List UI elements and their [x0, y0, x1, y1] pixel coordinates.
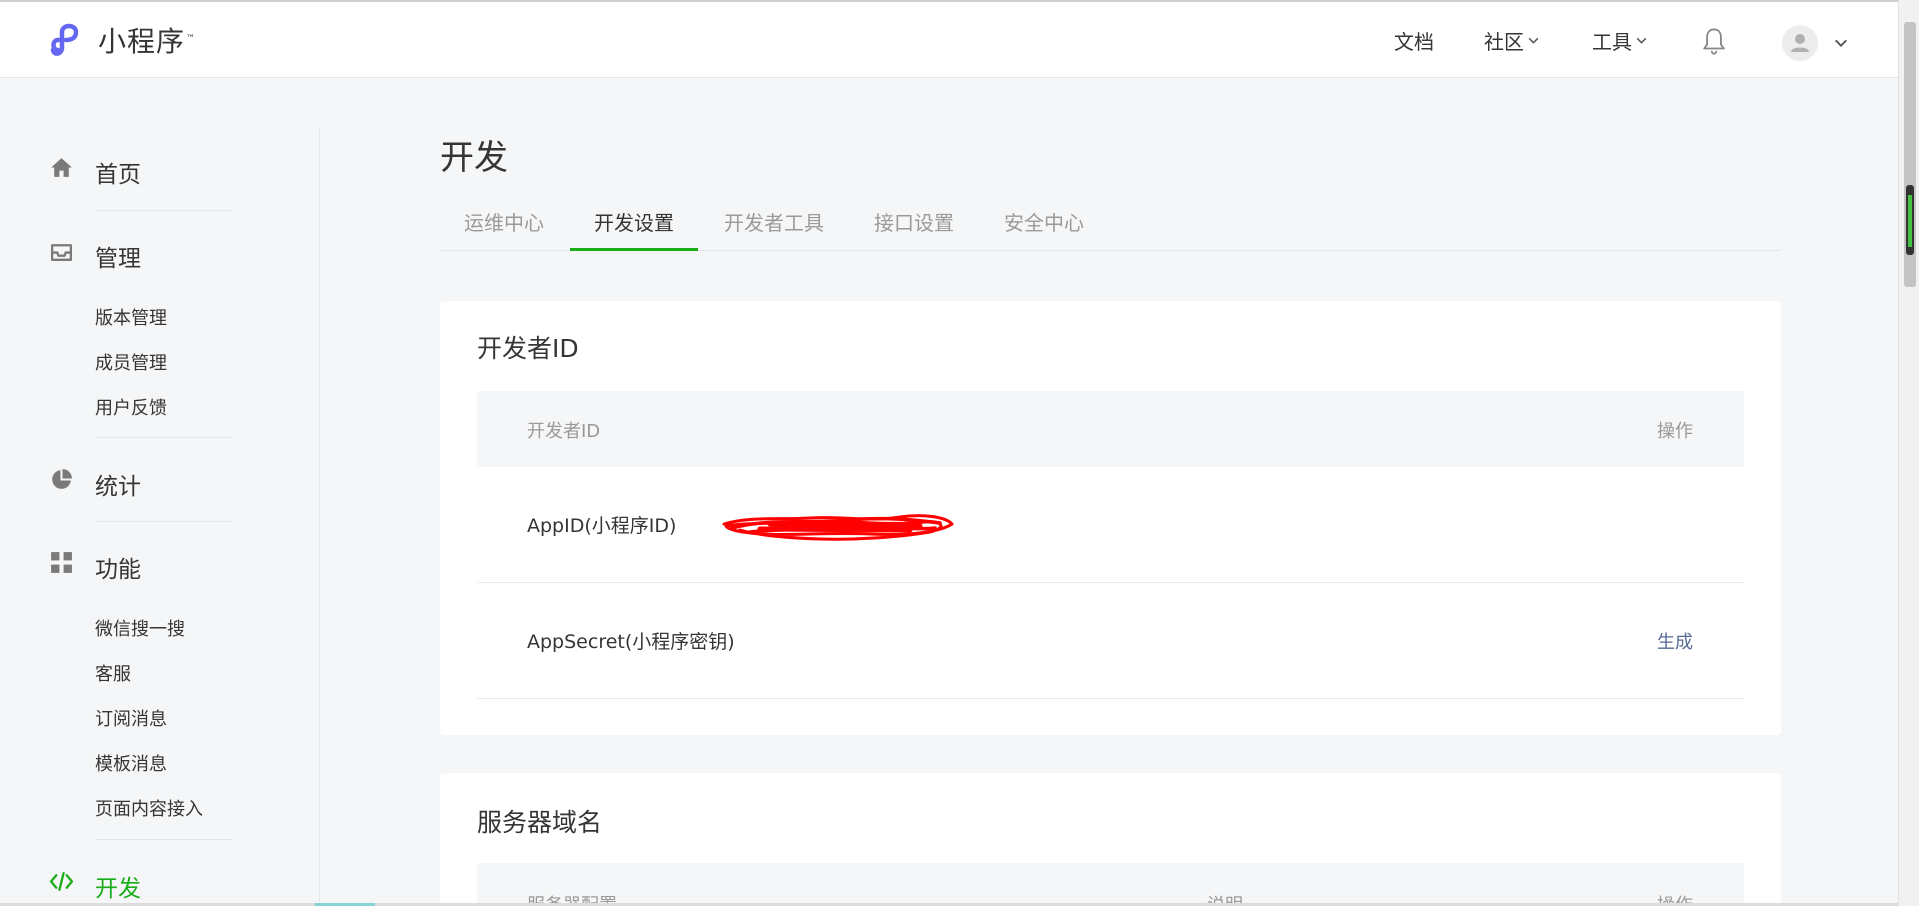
nav-tools[interactable]: 工具	[1592, 26, 1648, 55]
miniprogram-logo-icon	[50, 23, 79, 56]
column-header-action: 操作	[1657, 421, 1693, 442]
code-icon	[49, 872, 74, 891]
sidebar-subitem-wechat-search[interactable]: 微信搜一搜	[95, 615, 185, 641]
chevron-down-icon	[1528, 37, 1539, 44]
sidebar-subitem-version-management[interactable]: 版本管理	[95, 304, 167, 330]
card-title: 服务器域名	[477, 808, 603, 837]
sidebar-item-manage[interactable]: 管理	[95, 239, 141, 273]
grid-icon	[51, 552, 72, 573]
divider	[95, 839, 232, 840]
sidebar-item-dev[interactable]: 开发	[95, 869, 141, 903]
redaction-scribble	[722, 514, 954, 541]
pie-chart-icon	[52, 469, 72, 489]
sidebar-subitem-user-feedback[interactable]: 用户反馈	[95, 394, 167, 420]
logo[interactable]: 小程序™	[48, 20, 196, 60]
sidebar-item-stats[interactable]: 统计	[95, 467, 141, 501]
page: 小程序™ 文档 社区 工具 首页 管理 版本管理 成员管理 用户反馈 统计 功能…	[0, 0, 1919, 906]
nav-docs[interactable]: 文档	[1394, 26, 1434, 55]
table-header: 服务器配置 说明 操作	[477, 863, 1744, 906]
avatar[interactable]	[1782, 25, 1818, 61]
logo-text: 小程序™	[98, 25, 197, 58]
card-title: 开发者ID	[477, 334, 579, 363]
sidebar-subitem-member-management[interactable]: 成员管理	[95, 349, 167, 375]
tab-dev-settings[interactable]: 开发设置	[570, 205, 698, 251]
top-header: 小程序™ 文档 社区 工具	[0, 2, 1898, 78]
bell-icon[interactable]	[1700, 26, 1728, 56]
server-domain-card: 服务器域名 服务器配置 说明 操作	[440, 773, 1781, 906]
account-menu-chevron-down-icon[interactable]	[1833, 35, 1849, 51]
developer-id-card: 开发者ID 开发者ID 操作 AppID(小程序ID) AppSecret(小程…	[440, 301, 1781, 735]
tab-ops-center[interactable]: 运维中心	[440, 205, 568, 251]
sidebar-subitem-page-content-access[interactable]: 页面内容接入	[95, 795, 203, 821]
user-icon	[1791, 34, 1809, 52]
appid-label: AppID(小程序ID)	[527, 515, 677, 537]
divider	[95, 521, 232, 522]
inbox-icon	[50, 244, 73, 261]
table-header: 开发者ID 操作	[477, 391, 1744, 467]
chevron-down-icon	[1636, 37, 1647, 44]
scroll-indicator-fill	[1908, 195, 1912, 247]
sidebar-subitem-subscription-messages[interactable]: 订阅消息	[95, 705, 167, 731]
tab-bar: 运维中心 开发设置 开发者工具 接口设置 安全中心	[440, 205, 1781, 251]
table-row-appsecret: AppSecret(小程序密钥) 生成	[477, 583, 1744, 699]
nav-community[interactable]: 社区	[1484, 26, 1540, 55]
sidebar: 首页 管理 版本管理 成员管理 用户反馈 统计 功能 微信搜一搜 客服 订阅消息…	[0, 128, 320, 906]
table-row-appid: AppID(小程序ID)	[477, 467, 1744, 583]
tab-security-center[interactable]: 安全中心	[980, 205, 1108, 251]
page-title: 开发	[440, 138, 508, 178]
sidebar-item-home[interactable]: 首页	[95, 155, 141, 189]
tab-dev-tools[interactable]: 开发者工具	[700, 205, 848, 251]
divider	[95, 437, 232, 438]
home-icon	[51, 158, 72, 177]
divider	[95, 210, 232, 211]
generate-secret-link[interactable]: 生成	[1657, 628, 1693, 654]
column-header-id: 开发者ID	[527, 421, 601, 442]
sidebar-item-features[interactable]: 功能	[95, 550, 141, 584]
appsecret-label: AppSecret(小程序密钥)	[527, 631, 735, 653]
sidebar-subitem-template-messages[interactable]: 模板消息	[95, 750, 167, 776]
tab-api-settings[interactable]: 接口设置	[850, 205, 978, 251]
sidebar-subitem-customer-service[interactable]: 客服	[95, 660, 131, 686]
